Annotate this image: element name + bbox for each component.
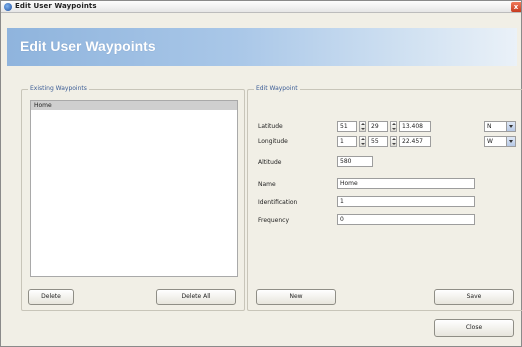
chevron-down-icon[interactable] [506,137,515,146]
longitude-label: Longitude [258,138,288,145]
longitude-minutes-field[interactable]: 55 [368,136,388,147]
latitude-hemisphere-value: N [487,123,492,130]
altitude-field[interactable]: 580 [337,156,373,167]
window-title: Edit User Waypoints [15,2,97,10]
app-globe-icon [4,3,12,11]
list-item[interactable]: Home [31,101,237,110]
identification-label: Identification [258,199,298,206]
edit-waypoints-window: Edit User Waypoints x Edit User Waypoint… [0,0,522,347]
edit-waypoint-group: Edit Waypoint Latitude 51 29 13.408 N Lo… [247,85,522,311]
header-banner: Edit User Waypoints [7,28,517,66]
new-button[interactable]: New [256,289,336,305]
longitude-hemisphere-value: W [487,138,493,145]
delete-all-button[interactable]: Delete All [156,289,236,305]
window-close-button[interactable]: x [511,2,521,12]
latitude-label: Latitude [258,123,283,130]
chevron-down-icon[interactable] [506,122,515,131]
existing-waypoints-group: Existing Waypoints Home Delete Delete Al… [21,85,245,311]
save-button[interactable]: Save [434,289,514,305]
name-label: Name [258,181,276,188]
longitude-minutes-spinner[interactable] [390,136,397,147]
identification-field[interactable]: 1 [337,196,475,207]
existing-waypoints-legend: Existing Waypoints [28,85,89,92]
longitude-hemisphere-select[interactable]: W [484,136,516,147]
banner-title: Edit User Waypoints [20,38,156,54]
longitude-seconds-field[interactable]: 22.457 [399,136,431,147]
altitude-label: Altitude [258,159,282,166]
latitude-hemisphere-select[interactable]: N [484,121,516,132]
frequency-field[interactable]: 0 [337,214,475,225]
close-button[interactable]: Close [434,319,514,337]
title-bar[interactable]: Edit User Waypoints x [1,1,521,13]
delete-button[interactable]: Delete [28,289,74,305]
frequency-label: Frequency [258,217,289,224]
name-field[interactable]: Home [337,178,475,189]
latitude-seconds-field[interactable]: 13.408 [399,121,431,132]
edit-waypoint-legend: Edit Waypoint [254,85,300,92]
latitude-degrees-spinner[interactable] [359,121,366,132]
latitude-minutes-spinner[interactable] [390,121,397,132]
latitude-degrees-field[interactable]: 51 [337,121,357,132]
latitude-minutes-field[interactable]: 29 [368,121,388,132]
waypoints-list[interactable]: Home [30,100,238,277]
longitude-degrees-spinner[interactable] [359,136,366,147]
longitude-degrees-field[interactable]: 1 [337,136,357,147]
